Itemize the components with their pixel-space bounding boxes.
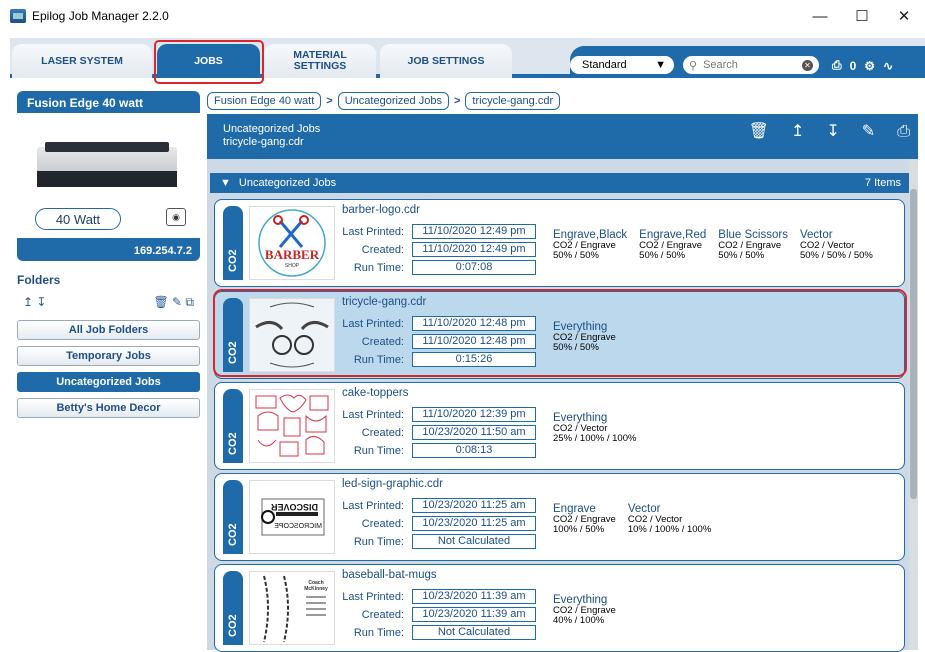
close-button[interactable]: ✕ [883,0,925,32]
job-card[interactable]: CO2 Coach McKinney baseball-bat-mugs Last… [214,564,905,652]
window-title: Epilog Job Manager 2.2.0 [32,9,169,23]
created-row: Created: 10/23/2020 11:50 am [342,425,536,440]
process-modes: Everything CO2 / Vector 25% / 100% / 100… [553,412,648,444]
search-input[interactable]: ⚲ Search ✕ [683,56,819,74]
process-mode[interactable]: Everything CO2 / Engrave 40% / 100% [553,594,616,626]
folder-all-jobs[interactable]: All Job Folders [17,320,200,340]
created-row: Created: 10/23/2020 11:25 am [342,516,536,531]
tab-job-settings[interactable]: JOB SETTINGS [380,44,512,78]
breadcrumb: Fusion Edge 40 watt > Uncategorized Jobs… [207,92,561,110]
process-mode[interactable]: Engrave,Red CO2 / Engrave 50% / 50% [639,229,706,261]
thumb-led-line1: DISCOVER [270,502,318,512]
run-time-row: Run Time: 0:07:08 [342,260,536,275]
trash-icon[interactable]: 🗑 [749,124,769,140]
search-icon: ⚲ [689,59,698,72]
tab-material-settings[interactable]: MATERIAL SETTINGS [264,44,376,78]
process-modes: Engrave,Black CO2 / Engrave 50% / 50% En… [553,229,885,261]
process-modes: Engrave CO2 / Engrave 100% / 50% Vector … [553,503,723,535]
job-thumbnail[interactable]: DISCOVER MICROSCOPE [249,480,335,554]
folder-tools: ↥ ↧ 🗑 ✎ ⧉ [23,295,194,310]
process-mode[interactable]: Engrave CO2 / Engrave 100% / 50% [553,503,616,535]
job-card[interactable]: CO2 BARBER SHOP barber-logo.cdr Last Prin… [214,199,905,287]
breadcrumb-folder[interactable]: Uncategorized Jobs [337,92,449,110]
trash-icon[interactable]: 🗑 [153,295,168,309]
job-card[interactable]: CO2 DISCOVER MICROSCOPE led-sign-graphic.… [214,473,905,561]
job-thumbnail[interactable] [249,389,335,463]
selected-job-highlight [213,289,907,377]
queue-count: 0 [849,58,857,73]
laser-type-strip: CO2 [223,206,243,280]
created-row: Created: 10/23/2020 11:39 am [342,607,536,622]
wattage-badge[interactable]: 40 Watt [35,208,121,230]
created-row: Created: 11/10/2020 12:49 pm [342,242,536,257]
laser-type-strip: CO2 [223,389,243,463]
group-header[interactable]: ▼ Uncategorized Jobs 7 Items [210,173,911,193]
new-folder-icon[interactable]: ⧉ [185,295,194,309]
profile-dropdown[interactable]: Standard ▼ [570,56,674,74]
process-mode[interactable]: Everything CO2 / Vector 25% / 100% / 100… [553,412,636,444]
job-name: baseball-bat-mugs [342,569,437,581]
job-name: led-sign-graphic.cdr [342,478,443,490]
upload-icon[interactable]: ↥ [791,124,804,140]
left-panel: Fusion Edge 40 watt 40 Watt ◉ 169.254.7.… [17,91,200,424]
thumb-bat-sub: McKinney [304,586,328,592]
job-name: cake-toppers [342,387,409,399]
activity-icon[interactable]: ∿ [883,59,893,73]
last-printed-row: Last Printed: 11/10/2020 12:49 pm [342,224,536,239]
maximize-button[interactable]: ☐ [841,0,883,32]
laser-type-strip: CO2 [223,571,243,645]
breadcrumb-file[interactable]: tricycle-gang.cdr [465,92,561,110]
print-icon[interactable]: ⎙ [897,124,910,140]
tab-laser-system[interactable]: LASER SYSTEM [12,44,152,78]
app-icon [10,9,26,23]
folders-heading: Folders [17,273,61,287]
run-time-row: Run Time: Not Calculated [342,534,536,549]
last-printed-row: Last Printed: 10/23/2020 11:39 am [342,589,536,604]
title-bar: Epilog Job Manager 2.2.0 — ☐ ✕ [0,0,925,32]
process-mode[interactable]: Blue Scissors CO2 / Engrave 50% / 50% [718,229,788,261]
camera-icon[interactable]: ◉ [166,208,186,226]
last-printed-row: Last Printed: 10/23/2020 11:25 am [342,498,536,513]
run-time-row: Run Time: 0:08:13 [342,443,536,458]
machine-card[interactable]: Fusion Edge 40 watt 40 Watt ◉ 169.254.7.… [17,91,200,261]
download-icon[interactable]: ↧ [826,124,839,140]
collapse-icon[interactable]: ▼ [220,177,231,189]
chevron-down-icon: ▼ [655,59,666,71]
machine-name: Fusion Edge 40 watt [27,96,144,110]
gear-icon[interactable]: ⚙ [864,59,875,73]
last-printed-row: Last Printed: 11/10/2020 12:39 pm [342,407,536,422]
pencil-icon[interactable]: ✎ [172,295,182,309]
folder-bettys-home-decor[interactable]: Betty's Home Decor [17,398,200,418]
thumb-barber-sub: SHOP [285,263,300,269]
job-thumbnail[interactable]: Coach McKinney [249,571,335,645]
process-modes: Everything CO2 / Engrave 40% / 100% [553,594,628,626]
machine-ip: 169.254.7.2 [133,245,192,257]
folder-uncategorized-jobs[interactable]: Uncategorized Jobs [17,372,200,392]
thumb-led-line2: MICROSCOPE [274,523,322,530]
process-mode[interactable]: Engrave,Black CO2 / Engrave 50% / 50% [553,229,627,261]
download-icon[interactable]: ↧ [36,295,46,309]
job-header: Uncategorized Jobs tricycle-gang.cdr 🗑 ↥… [207,114,918,159]
breadcrumb-machine[interactable]: Fusion Edge 40 watt [207,92,322,110]
job-name: barber-logo.cdr [342,204,420,216]
group-count: 7 Items [864,177,901,189]
print-queue-icon[interactable]: ⎙ [832,58,842,73]
process-mode[interactable]: Vector CO2 / Vector 50% / 50% / 50% [800,229,873,261]
laser-type-strip: CO2 [223,480,243,554]
upload-icon[interactable]: ↥ [23,295,33,309]
jobs-tab-highlight [154,40,264,84]
scrollbar[interactable] [909,159,918,650]
folder-temporary-jobs[interactable]: Temporary Jobs [17,346,200,366]
pencil-icon[interactable]: ✎ [862,124,875,140]
run-time-row: Run Time: Not Calculated [342,625,536,640]
minimize-button[interactable]: — [799,0,841,32]
process-mode[interactable]: Vector CO2 / Vector 10% / 100% / 100% [628,503,711,535]
job-card[interactable]: CO2 cake-toppers Last Printed: 11/10/2020… [214,382,905,470]
thumb-barber-text: BARBER [265,247,320,262]
clear-search-icon[interactable]: ✕ [802,59,813,71]
job-thumbnail[interactable]: BARBER SHOP [249,206,335,280]
